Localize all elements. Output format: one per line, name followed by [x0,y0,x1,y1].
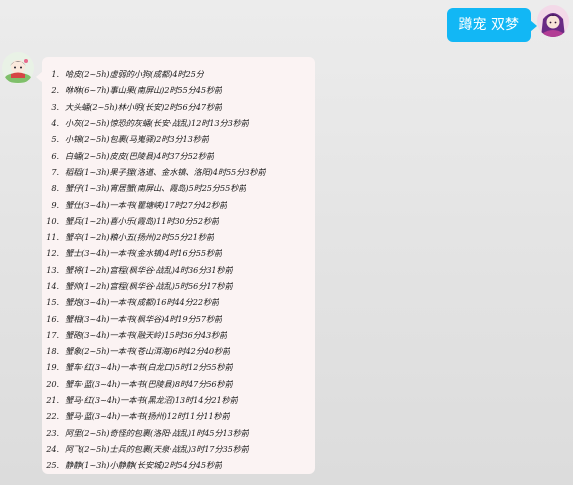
list-item-number: 20. [46,378,59,389]
list-item-text: 蟹士(3~4h)一本书(金水镇)4时16分55秒前 [65,248,223,259]
list-item-text: 蟹将(1~2h)宫程(枫华谷·战乱)4时36分31秒前 [65,264,233,275]
list-item: 24. 阿飞(2~5h)士兵的包裹(天泉·战乱)3时17分35秒前 [42,441,315,457]
list-item: 20. 蟹车·蓝(3~4h)一本书(巴陵县)8时47分56秒前 [42,376,315,392]
list-item: 9. 蟹仕(3~4h)一本书(瞿塘峡)17时27分42秒前 [42,196,315,212]
list-item-text: 蟹卒(1~2h)粮小五(扬州)2时55分21秒前 [65,232,215,243]
list-item: 2. 咻咻(6~7h)事山果(南屏山)2时55分45秒前 [42,82,315,98]
list-item: 12. 蟹士(3~4h)一本书(金水镇)4时16分55秒前 [42,245,315,261]
list-item-number: 15. [46,297,59,308]
chat-window: 蹲宠 双梦 1. 哈皮(2~5h)虚弱的小狗(成都)4时25分 2. 咻咻(6~… [0,0,573,485]
list-item-text: 蟹车·红(3~4h)一本书(白龙口)5时12分55秒前 [65,362,233,373]
pet-list: 1. 哈皮(2~5h)虚弱的小狗(成都)4时25分 2. 咻咻(6~7h)事山果(南屏… [42,66,315,473]
self-avatar-image [537,5,569,37]
list-item-number: 13. [46,264,59,275]
list-item-text: 静静(1~3h)小静静(长安城)2时54分45秒前 [65,460,223,471]
list-item: 15. 蟹炮(3~4h)一本书(成都)16时44分22秒前 [42,294,315,310]
list-item-number: 1. [51,69,59,80]
list-item-text: 阿飞(2~5h)士兵的包裹(天泉·战乱)3时17分35秒前 [65,443,249,454]
list-item-number: 14. [46,281,59,291]
list-item-text: 蟹车·蓝(3~4h)一本书(巴陵县)8时47分56秒前 [65,378,233,389]
outgoing-message-bubble[interactable]: 蹲宠 双梦 [446,8,538,42]
list-item-number: 23. [46,427,59,438]
list-item-number: 3. [51,101,59,112]
list-item: 3. 大头蛹(2~5h)林小明(长安)2时56分47秒前 [42,99,315,115]
list-item-number: 7. [51,166,59,177]
incoming-message: 1. 哈皮(2~5h)虚弱的小狗(成都)4时25分 2. 咻咻(6~7h)事山果(南屏… [2,52,315,474]
list-item: 25. 静静(1~3h)小静静(长安城)2时54分45秒前 [42,457,315,473]
list-item: 21. 蟹马·红(3~4h)一本书(黑龙沼)13时14分21秒前 [42,392,315,408]
list-item-number: 21. [46,395,59,406]
list-item: 5. 小锦(2~5h)包裹(马嵬驿)2时3分13秒前 [42,131,315,147]
list-item-number: 12. [46,248,59,259]
list-item-number: 4. [51,118,59,129]
list-item-text: 蟹炮(3~4h)一本书(成都)16时44分22秒前 [65,297,220,308]
list-item-number: 6. [51,150,59,161]
list-item: 14. 蟹帅(1~2h)宫程(枫华谷·战乱)5时56分17秒前 [42,278,315,294]
list-item: 11. 蟹卒(1~2h)粮小五(扬州)2时55分21秒前 [42,229,315,245]
list-item-text: 蟹象(2~5h)一本书(苍山洱海)6时42分40秒前 [65,346,231,357]
contact-avatar[interactable] [2,52,34,84]
list-item-number: 16. [46,313,59,324]
self-avatar[interactable] [537,5,569,37]
list-item-number: 25. [46,460,59,471]
incoming-message-bubble[interactable]: 1. 哈皮(2~5h)虚弱的小狗(成都)4时25分 2. 咻咻(6~7h)事山果(南屏… [36,57,315,474]
list-item-number: 8. [51,183,59,194]
list-item: 18. 蟹象(2~5h)一本书(苍山洱海)6时42分40秒前 [42,343,315,359]
list-item-number: 18. [46,346,59,357]
list-item-number: 2. [51,85,59,96]
list-item: 22. 蟹马·蓝(3~4h)一本书(扬州)12时11分11秒前 [42,408,315,424]
list-item: 17. 蟹砲(3~4h)一本书(融天岭)15时36分43秒前 [42,327,315,343]
list-item-text: 蟹砲(3~4h)一本书(融天岭)15时36分43秒前 [65,329,228,340]
list-item-number: 19. [46,362,59,373]
list-item-text: 大头蛹(2~5h)林小明(长安)2时56分47秒前 [65,101,223,112]
list-item-text: 蟹马·蓝(3~4h)一本书(扬州)12时11分11秒前 [65,411,230,422]
list-item-text: 哈皮(2~5h)虚弱的小狗(成都)4时25分 [65,69,204,80]
list-item-text: 咻咻(6~7h)事山果(南屏山)2时55分45秒前 [65,85,223,96]
list-item-text: 白蛹(2~5h)皮皮(巴陵县)4时37分52秒前 [65,150,215,161]
list-item-text: 蟹仕(3~4h)一本书(瞿塘峡)17时27分42秒前 [65,199,228,210]
list-item: 4. 小灰(2~5h)惊恐的灰蛹(长安·战乱)12时13分3秒前 [42,115,315,131]
list-item-number: 5. [51,134,59,145]
list-item: 13. 蟹将(1~2h)宫程(枫华谷·战乱)4时36分31秒前 [42,262,315,278]
list-item: 8. 蟹仔(1~3h)宵居蟹(南屏山、霞岛)5时25分55秒前 [42,180,315,196]
list-item-text: 蟹马·红(3~4h)一本书(黑龙沼)13时14分21秒前 [65,395,238,406]
list-item-number: 24. [46,443,59,454]
list-item-number: 17. [46,329,59,340]
list-item-text: 蟹仔(1~3h)宵居蟹(南屏山、霞岛)5时25分55秒前 [65,183,247,194]
list-item: 1. 哈皮(2~5h)虚弱的小狗(成都)4时25分 [42,66,315,82]
list-item-number: 22. [46,411,59,422]
list-item: 7. 稻稻(1~3h)果子狸(洛道、金水镇、洛阳)4时55分3秒前 [42,164,315,180]
list-item-text: 稻稻(1~3h)果子狸(洛道、金水镇、洛阳)4时55分3秒前 [65,166,266,177]
list-item-text: 小灰(2~5h)惊恐的灰蛹(长安·战乱)12时13分3秒前 [65,118,249,129]
list-item: 10. 蟹兵(1~2h)喜小乐(霞岛)11时30分52秒前 [42,213,315,229]
list-item-text: 蟹兵(1~2h)喜小乐(霞岛)11时30分52秒前 [65,215,220,226]
list-item: 6. 白蛹(2~5h)皮皮(巴陵县)4时37分52秒前 [42,147,315,163]
list-item-text: 蟹帅(1~2h)宫程(枫华谷·战乱)5时56分17秒前 [65,281,233,291]
list-item-number: 11. [46,232,59,243]
outgoing-message: 蹲宠 双梦 [446,5,569,42]
list-item-text: 蟹相(3~4h)一本书(枫华谷)4时19分57秒前 [65,313,223,324]
list-item-text: 小锦(2~5h)包裹(马嵬驿)2时3分13秒前 [65,134,209,145]
list-item: 16. 蟹相(3~4h)一本书(枫华谷)4时19分57秒前 [42,310,315,326]
list-item-number: 10. [46,215,59,226]
contact-avatar-image [2,52,34,84]
list-item-text: 阿里(2~5h)奇怪的包裹(洛阳·战乱)1时45分13秒前 [65,427,249,438]
list-item-number: 9. [51,199,59,210]
list-item: 23. 阿里(2~5h)奇怪的包裹(洛阳·战乱)1时45分13秒前 [42,425,315,441]
list-item: 19. 蟹车·红(3~4h)一本书(白龙口)5时12分55秒前 [42,359,315,375]
